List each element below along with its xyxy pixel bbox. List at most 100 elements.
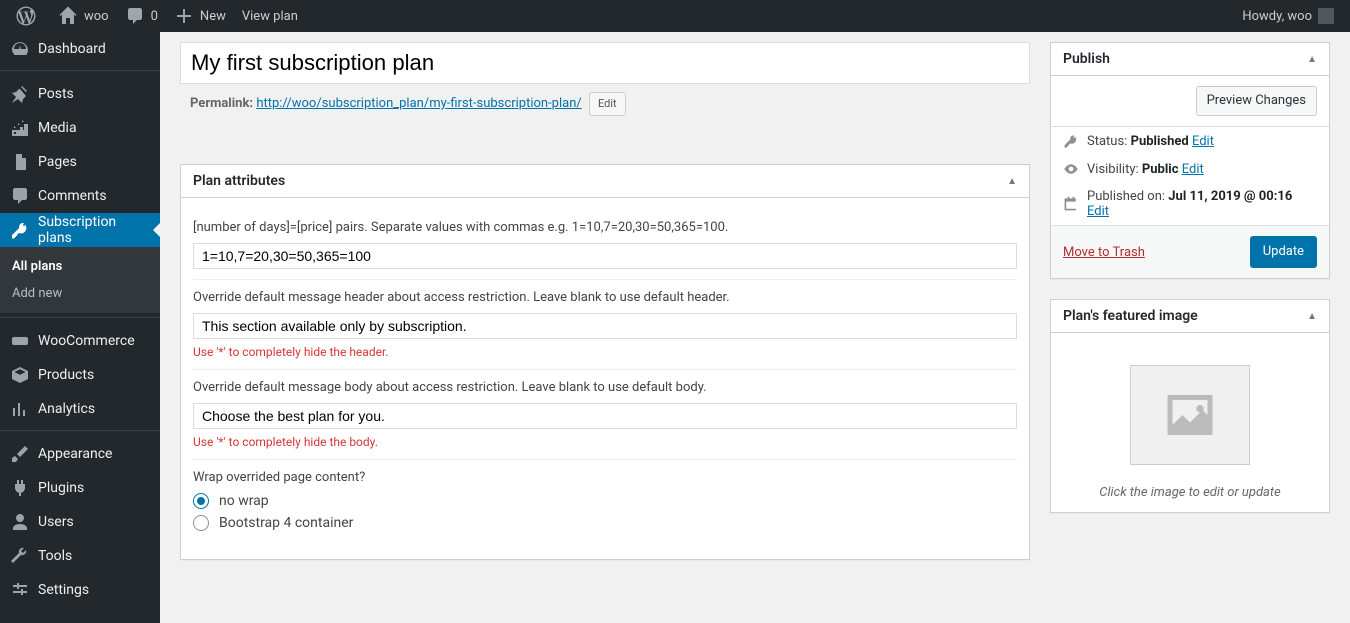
radio-label: Bootstrap 4 container [219,515,353,531]
permalink-link[interactable]: http://woo/subscription_plan/my-first-su… [256,96,581,111]
header-hint: Use '*' to completely hide the header. [193,345,1017,359]
preview-changes-button[interactable]: Preview Changes [1196,86,1317,116]
plus-icon [174,6,194,26]
sidebar-subitem-all-plans[interactable]: All plans [0,253,160,280]
pin-icon [10,84,30,104]
avatar [1318,8,1334,24]
eye-icon [1063,161,1079,177]
my-account[interactable]: Howdy, woo [1234,0,1342,32]
view-plan[interactable]: View plan [234,0,306,32]
admin-sidebar: Dashboard Posts Media Pages Comments Sub… [0,32,160,623]
user-icon [10,512,30,532]
woo-icon [10,331,30,351]
sidebar-item-media[interactable]: Media [0,111,160,145]
sidebar-item-label: Plugins [38,480,84,496]
radio-icon [193,515,209,531]
sidebar-item-label: Pages [38,154,77,170]
wrap-label: Wrap overrided page content? [193,470,1017,485]
sidebar-item-label: Dashboard [38,41,106,57]
comments-bubble[interactable]: 0 [117,0,166,32]
sidebar-item-appearance[interactable]: Appearance [0,437,160,471]
sidebar-item-label: Analytics [38,401,95,417]
sidebar-item-label: Subscription plans [38,214,150,246]
permalink-label: Permalink: [190,96,253,111]
wrap-option-bootstrap[interactable]: Bootstrap 4 container [193,515,1017,531]
featured-image-placeholder[interactable] [1130,365,1250,465]
publish-box-title: Publish [1063,51,1110,67]
sidebar-item-comments[interactable]: Comments [0,179,160,213]
howdy-text: Howdy, woo [1242,9,1312,24]
wrap-option-nowrap[interactable]: no wrap [193,493,1017,509]
brush-icon [10,444,30,464]
sidebar-item-users[interactable]: Users [0,505,160,539]
sidebar-item-label: Appearance [38,446,112,462]
new-label: New [200,9,226,24]
sidebar-item-label: WooCommerce [38,333,135,349]
comments-count: 0 [151,9,158,24]
wordpress-icon [16,6,36,26]
radio-icon [193,493,209,509]
page-icon [10,152,30,172]
body-hint: Use '*' to completely hide the body. [193,435,1017,449]
edit-date-link[interactable]: Edit [1087,204,1109,219]
toggle-icon[interactable]: ▲ [1007,176,1017,187]
published-row: Published on: Jul 11, 2019 @ 00:16 Edit [1051,183,1329,225]
sidebar-item-dashboard[interactable]: Dashboard [0,32,160,66]
adminbar: woo 0 New View plan Howdy, woo [0,0,1350,32]
site-name[interactable]: woo [50,0,117,32]
sidebar-item-label: Comments [38,188,107,204]
sidebar-item-pages[interactable]: Pages [0,145,160,179]
comment-icon [125,6,145,26]
media-icon [10,118,30,138]
chart-icon [10,399,30,419]
header-override-label: Override default message header about ac… [193,290,1017,305]
home-icon [58,6,78,26]
sidebar-item-label: Products [38,367,94,383]
edit-status-link[interactable]: Edit [1192,134,1214,149]
wrench-icon [10,546,30,566]
box-icon [10,365,30,385]
toggle-icon[interactable]: ▲ [1307,54,1317,65]
view-label: View plan [242,9,298,24]
visibility-row: Visibility: Public Edit [1051,155,1329,183]
plug-icon [10,478,30,498]
dashboard-icon [10,39,30,59]
key-icon [1063,133,1079,149]
main-wrap: Permalink: http://woo/subscription_plan/… [160,32,1350,623]
calendar-icon [1063,196,1079,212]
pairs-label: [number of days]=[price] pairs. Separate… [193,220,1017,235]
site-name-label: woo [84,9,109,24]
sidebar-item-tools[interactable]: Tools [0,539,160,573]
title-input[interactable] [180,42,1030,84]
plan-attributes-title: Plan attributes [193,173,285,189]
sidebar-item-label: Settings [38,582,89,598]
sidebar-item-subscription-plans[interactable]: Subscription plans [0,213,160,247]
sidebar-item-label: Media [38,120,77,136]
sidebar-item-woocommerce[interactable]: WooCommerce [0,324,160,358]
permalink-row: Permalink: http://woo/subscription_plan/… [180,84,1030,124]
sidebar-item-plugins[interactable]: Plugins [0,471,160,505]
radio-label: no wrap [219,493,269,509]
edit-visibility-link[interactable]: Edit [1182,162,1204,177]
sidebar-item-posts[interactable]: Posts [0,77,160,111]
move-to-trash-link[interactable]: Move to Trash [1063,245,1145,260]
pairs-input[interactable] [193,243,1017,269]
new-content[interactable]: New [166,0,234,32]
sidebar-item-label: Users [38,514,74,530]
sidebar-item-label: Posts [38,86,74,102]
image-icon [1160,385,1220,445]
body-override-label: Override default message body about acce… [193,380,1017,395]
featured-image-title: Plan's featured image [1063,308,1198,324]
sidebar-item-analytics[interactable]: Analytics [0,392,160,426]
sidebar-subitem-add-new[interactable]: Add new [0,280,160,307]
sidebar-item-products[interactable]: Products [0,358,160,392]
toggle-icon[interactable]: ▲ [1307,311,1317,322]
permalink-edit-button[interactable]: Edit [589,92,626,116]
body-override-input[interactable] [193,403,1017,429]
wp-logo[interactable] [8,0,50,32]
key-icon [10,220,30,240]
sidebar-item-settings[interactable]: Settings [0,573,160,607]
header-override-input[interactable] [193,313,1017,339]
sidebar-item-label: Tools [38,548,72,564]
update-button[interactable]: Update [1250,236,1317,268]
